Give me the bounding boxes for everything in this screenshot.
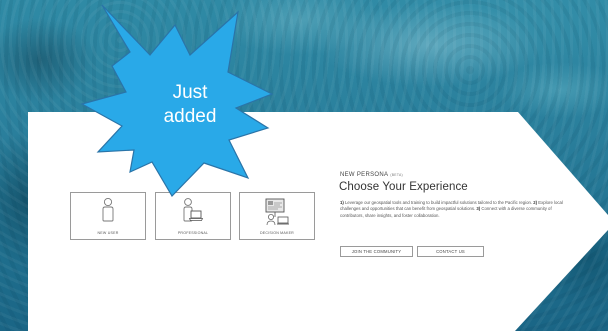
person-laptop-icon <box>182 197 204 228</box>
callout-text-added: added <box>163 106 217 127</box>
join-community-button[interactable]: JOIN THE COMMUNITY <box>340 246 413 257</box>
persona-label: PROFESSIONAL <box>177 231 209 235</box>
callout-text-just: Just <box>172 82 208 103</box>
new-persona-badge: NEW PERSONA (BETA) <box>340 172 403 178</box>
persona-card-decision-maker[interactable]: DECISION MAKER <box>239 192 315 240</box>
contact-us-button[interactable]: CONTACT US <box>417 246 484 257</box>
page-title: Choose Your Experience <box>339 181 468 193</box>
persona-label: DECISION MAKER <box>260 231 294 235</box>
description-text: 1) Leverage our geospatial tools and tra… <box>340 200 566 219</box>
person-icon <box>100 197 116 228</box>
badge-text: NEW PERSONA <box>340 172 389 178</box>
beta-tag: (BETA) <box>390 173 403 177</box>
persona-label: NEW USER <box>97 231 119 235</box>
presentation-board-icon <box>263 197 291 232</box>
persona-card-professional[interactable]: PROFESSIONAL <box>155 192 231 240</box>
step-text: Leverage our geospatial tools and traini… <box>343 200 534 205</box>
persona-card-new-user[interactable]: NEW USER <box>70 192 146 240</box>
